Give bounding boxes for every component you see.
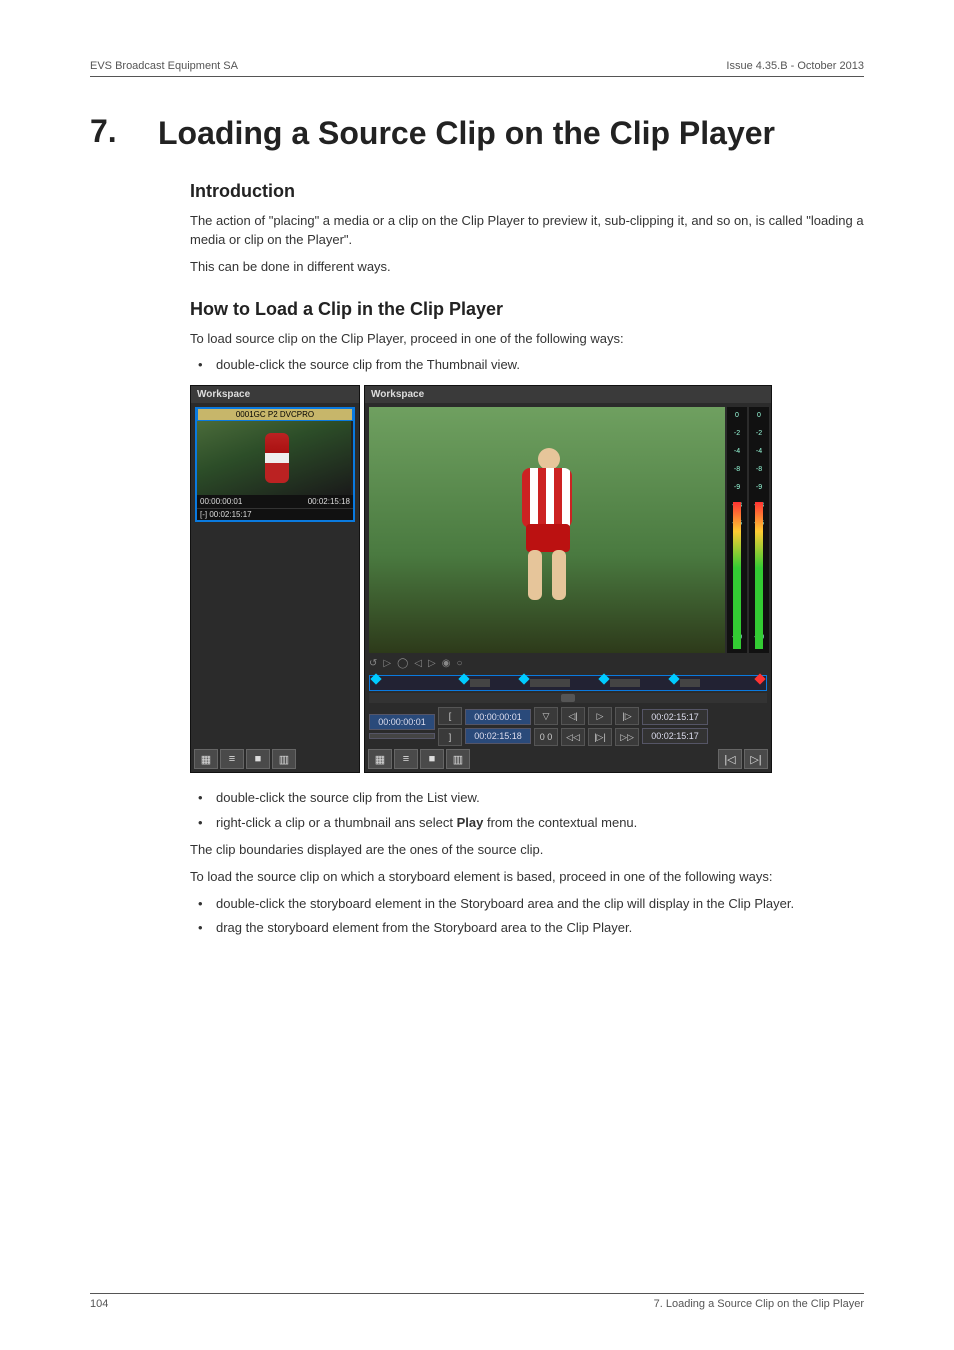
zero-button[interactable]: 0 0 — [534, 728, 558, 746]
thumb-caption: 0001GC P2 DVCPRO — [197, 409, 353, 421]
tc-empty — [369, 733, 435, 739]
play-small-icon[interactable]: ▷ — [383, 658, 391, 669]
howto-heading: How to Load a Clip in the Clip Player — [190, 299, 864, 320]
howto-lead: To load source clip on the Clip Player, … — [190, 330, 864, 349]
after-p1: The clip boundaries displayed are the on… — [190, 841, 864, 860]
intro-heading: Introduction — [190, 181, 864, 202]
tc-current: 00:00:00:01 — [369, 714, 435, 730]
mark-in-button[interactable]: [ — [438, 707, 462, 725]
intro-p2: This can be done in different ways. — [190, 258, 864, 277]
loop-icon[interactable]: ↺ — [369, 658, 377, 669]
panel-title-right: Workspace — [365, 386, 771, 403]
marker-a-icon[interactable]: ◁ — [414, 658, 422, 669]
thumb-tc-out: 00:02:15:18 — [308, 497, 350, 506]
tc-dur-top: 00:02:15:17 — [642, 709, 708, 725]
workspace-thumbnail-panel: Workspace 0001GC P2 DVCPRO 00:00:00:01 0… — [190, 385, 360, 773]
clip-thumbnail[interactable]: 0001GC P2 DVCPRO 00:00:00:01 00:02:15:18… — [195, 407, 355, 522]
player-mode-icons: ↺ ▷ ◯ ◁ ▷ ◉ ○ — [369, 656, 767, 673]
view-columns-button[interactable]: ▥ — [272, 749, 296, 769]
after-p2: To load the source clip on which a story… — [190, 868, 864, 887]
stop-icon[interactable]: ○ — [456, 658, 462, 669]
header-left: EVS Broadcast Equipment SA — [90, 60, 238, 72]
player-screenshot: Workspace 0001GC P2 DVCPRO 00:00:00:01 0… — [190, 385, 864, 773]
next-clip-button[interactable]: ▷| — [744, 749, 768, 769]
lock-bar — [369, 693, 767, 703]
vu-meter-left: 0 -2 -4 -8 -9 -13 -16 -30 — [727, 407, 747, 653]
thumb-duration: [-] 00:02:15:17 — [197, 508, 353, 520]
bullet-right-click-play: right-click a clip or a thumbnail ans se… — [190, 814, 864, 833]
page-number: 104 — [90, 1298, 108, 1310]
header-right: Issue 4.35.B - October 2013 — [726, 60, 864, 72]
view-grid-button-r[interactable]: ▦ — [368, 749, 392, 769]
tc-dur-bot: 00:02:15:17 — [642, 728, 708, 744]
thumb-tc-in: 00:00:00:01 — [200, 497, 242, 506]
chapter-title: Loading a Source Clip on the Clip Player — [158, 113, 775, 153]
workspace-player-panel: Workspace — [364, 385, 772, 773]
chapter-number: 7. — [90, 113, 130, 150]
record-icon[interactable]: ◉ — [442, 658, 451, 669]
step-fwd-button[interactable]: |▷ — [615, 707, 639, 725]
tc-clip-out: 00:02:15:18 — [465, 728, 531, 744]
bullet-storyboard-drag: drag the storyboard element from the Sto… — [190, 919, 864, 938]
down-button[interactable]: ▽ — [534, 707, 558, 725]
view-list-button[interactable]: ≡ — [220, 749, 244, 769]
prev-clip-button[interactable]: |◁ — [718, 749, 742, 769]
view-columns-button-r[interactable]: ▥ — [446, 749, 470, 769]
view-list-button-r[interactable]: ≡ — [394, 749, 418, 769]
inout-play-button[interactable]: |▷| — [588, 728, 612, 746]
step-back-button[interactable]: ◁| — [561, 707, 585, 725]
tc-clip-in: 00:00:00:01 — [465, 709, 531, 725]
bullet-list-view: double-click the source clip from the Li… — [190, 789, 864, 808]
view-single-button[interactable]: ■ — [246, 749, 270, 769]
marker-b-icon[interactable]: ▷ — [428, 658, 436, 669]
view-grid-button[interactable]: ▦ — [194, 749, 218, 769]
clip-timeline[interactable] — [369, 675, 767, 691]
panel-title-left: Workspace — [191, 386, 359, 403]
clock-icon[interactable]: ◯ — [397, 658, 408, 669]
lock-icon[interactable] — [561, 694, 575, 702]
video-preview[interactable] — [369, 407, 725, 653]
bullet-thumbnail-view: double-click the source clip from the Th… — [190, 356, 864, 375]
fast-fwd-button[interactable]: ▷▷ — [615, 728, 639, 746]
vu-meter-right: 0 -2 -4 -8 -9 -13 -16 -30 — [749, 407, 769, 653]
intro-p1: The action of "placing" a media or a cli… — [190, 212, 864, 250]
bullet-storyboard-dblclick: double-click the storyboard element in t… — [190, 895, 864, 914]
view-single-button-r[interactable]: ■ — [420, 749, 444, 769]
footer-section: 7. Loading a Source Clip on the Clip Pla… — [654, 1298, 864, 1310]
fast-back-button[interactable]: ◁◁ — [561, 728, 585, 746]
mark-out-button[interactable]: ] — [438, 728, 462, 746]
play-button[interactable]: ▷ — [588, 707, 612, 725]
transport-controls: 00:00:00:01 [ ] 00:00:00:01 00:02:15:18 — [369, 707, 767, 746]
